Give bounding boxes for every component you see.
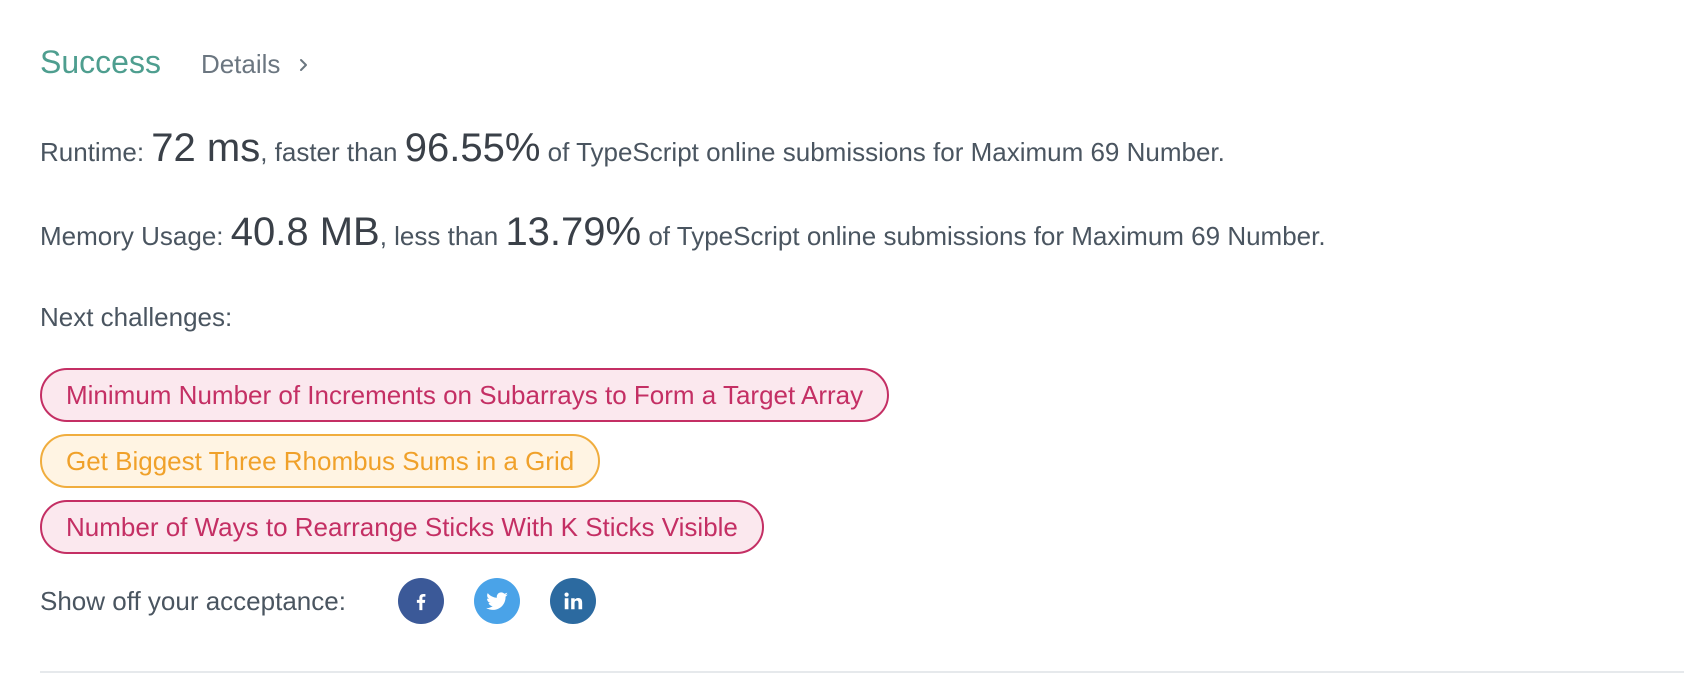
share-row: Show off your acceptance: [40, 578, 596, 624]
details-label: Details [200, 49, 281, 79]
memory-suffix: of TypeScript online submissions for Max… [641, 221, 1326, 251]
memory-comparison: , less than [379, 221, 506, 251]
memory-value: 40.8 MB [230, 210, 380, 254]
memory-line: Memory Usage: 40.8 MB, less than 13.79% … [40, 210, 1326, 255]
challenge-pill-hard[interactable]: Number of Ways to Rearrange Sticks With … [40, 500, 764, 554]
facebook-share-button[interactable] [397, 578, 444, 624]
status-row: Success Details [40, 44, 312, 81]
success-status: Success [40, 44, 161, 80]
challenge-pill-hard[interactable]: Minimum Number of Increments on Subarray… [40, 368, 890, 422]
section-divider [40, 671, 1684, 673]
twitter-share-button[interactable] [473, 578, 520, 624]
challenge-label: Number of Ways to Rearrange Sticks With … [66, 511, 738, 542]
runtime-line: Runtime: 72 ms, faster than 96.55% of Ty… [40, 126, 1225, 171]
chevron-right-icon [300, 58, 308, 71]
runtime-value: 72 ms [151, 126, 261, 170]
twitter-icon [485, 592, 508, 610]
memory-label: Memory Usage: [40, 221, 231, 251]
runtime-suffix: of TypeScript online submissions for Max… [540, 137, 1225, 167]
challenge-label: Minimum Number of Increments on Subarray… [66, 379, 864, 410]
runtime-comparison: , faster than [260, 137, 405, 167]
details-link[interactable]: Details [201, 49, 312, 80]
facebook-icon [416, 593, 426, 611]
linkedin-icon [564, 592, 583, 610]
linkedin-share-button[interactable] [549, 578, 596, 624]
challenge-label: Get Biggest Three Rhombus Sums in a Grid [66, 445, 575, 476]
share-label: Show off your acceptance: [40, 585, 346, 616]
memory-percent: 13.79% [505, 210, 642, 254]
runtime-percent: 96.55% [404, 126, 541, 170]
runtime-label: Runtime: [40, 137, 152, 167]
challenge-pill-medium[interactable]: Get Biggest Three Rhombus Sums in a Grid [40, 434, 601, 488]
next-challenges-title: Next challenges: [40, 302, 233, 332]
